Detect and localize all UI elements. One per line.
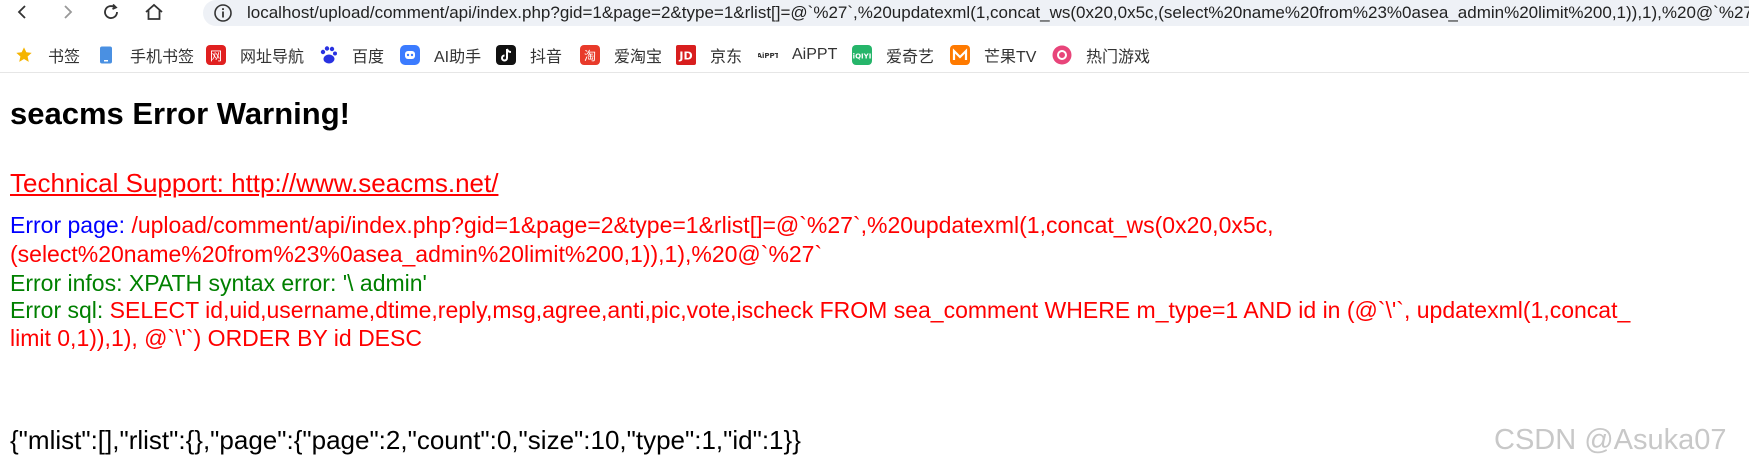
reload-icon: [104, 3, 118, 19]
bookmark-label: 抖音: [530, 49, 563, 66]
bookmark-baidu[interactable]: 百度: [318, 44, 384, 66]
taobao-icon: 淘: [580, 45, 600, 65]
bookmark-label: AI助手: [434, 49, 482, 66]
forward-arrow-icon: [64, 5, 73, 19]
svg-text:网: 网: [210, 49, 222, 63]
star-icon: [14, 45, 34, 65]
bookmark-jd[interactable]: JD 京东: [676, 44, 742, 66]
bookmark-douyin[interactable]: 抖音: [496, 44, 562, 66]
page-title: seacms Error Warning!: [10, 96, 350, 131]
reload-button[interactable]: [96, 0, 126, 24]
error-sql-label: Error sql:: [10, 297, 104, 323]
bookmark-hot-games[interactable]: 热门游戏: [1052, 44, 1150, 66]
bookmark-iqiyi[interactable]: iQIYI 爱奇艺: [852, 44, 934, 66]
error-infos-label: Error infos:: [10, 270, 123, 296]
home-icon: [145, 3, 163, 20]
error-sql-value-continued: limit 0,1)),1), @`\'`) ORDER BY id DESC: [10, 325, 422, 351]
bookmark-mango-tv[interactable]: 芒果TV: [950, 44, 1036, 66]
bookmark-label: 热门游戏: [1086, 49, 1151, 66]
phone-icon: [96, 45, 116, 65]
svg-text:淘: 淘: [584, 49, 596, 63]
bookmark-label: 书签: [48, 49, 81, 66]
browser-toolbar: localhost/upload/comment/api/index.php?g…: [0, 0, 1749, 26]
douyin-icon: [496, 45, 516, 65]
error-page-value-continued: (select%20name%20from%23%0asea_admin%20l…: [10, 241, 823, 267]
navigation-icon: 网: [206, 45, 226, 65]
home-button[interactable]: [139, 0, 169, 24]
bookmark-ai-assistant[interactable]: AI助手: [400, 44, 481, 66]
iqiyi-icon: iQIYI: [852, 45, 872, 65]
error-infos-line: Error infos: XPATH syntax error: '\ admi…: [10, 270, 427, 297]
bookmark-label: 芒果TV: [984, 49, 1037, 66]
mango-icon: [950, 45, 970, 65]
svg-text:JD: JD: [678, 50, 692, 63]
bookmark-label: 爱淘宝: [614, 49, 663, 66]
bookmark-label: AiPPT: [792, 46, 838, 63]
bookmark-taobao[interactable]: 淘 爱淘宝: [580, 44, 662, 66]
jd-icon: JD: [676, 45, 696, 65]
error-page-value: /upload/comment/api/index.php?gid=1&page…: [125, 212, 1274, 238]
url-text[interactable]: localhost/upload/comment/api/index.php?g…: [247, 3, 1749, 23]
svg-text:iQIYI: iQIYI: [853, 53, 872, 61]
address-bar[interactable]: localhost/upload/comment/api/index.php?g…: [203, 0, 1749, 26]
ai-assistant-icon: [400, 45, 420, 65]
error-sql-value: SELECT id,uid,username,dtime,reply,msg,a…: [103, 297, 1631, 323]
bookmark-label: 手机书签: [130, 49, 195, 66]
bookmark-label: 京东: [710, 49, 743, 66]
site-info-icon[interactable]: [213, 3, 233, 26]
back-arrow-icon: [17, 5, 26, 19]
bookmark-label: 网址导航: [240, 49, 305, 66]
svg-text:AiPPT: AiPPT: [758, 52, 778, 60]
bookmark-mobile[interactable]: 手机书签: [96, 44, 194, 66]
bookmark-navigation[interactable]: 网 网址导航: [206, 44, 304, 66]
game-icon: [1052, 45, 1072, 65]
bookmark-label: 百度: [352, 49, 385, 66]
error-sql-line: Error sql: SELECT id,uid,username,dtime,…: [10, 297, 1630, 324]
technical-support-link[interactable]: Technical Support: http://www.seacms.net…: [10, 168, 498, 199]
bookmark-aippt[interactable]: AiPPT AiPPT: [758, 44, 837, 66]
error-page-label: Error page:: [10, 212, 126, 238]
bookmarks-bar: 书签 手机书签 网 网址导航 百度 AI助手 抖音 淘 爱淘宝 JD 京东 Ai…: [0, 38, 1749, 73]
json-response: {"mlist":[],"rlist":{},"page":{"page":2,…: [10, 425, 801, 455]
csdn-watermark: CSDN @Asuka07: [1494, 424, 1727, 456]
back-button[interactable]: [8, 0, 38, 24]
error-infos-value: XPATH syntax error: '\ admin': [122, 270, 427, 296]
baidu-paw-icon: [318, 45, 338, 65]
forward-button[interactable]: [52, 0, 82, 24]
bookmark-label: 爱奇艺: [886, 49, 935, 66]
aippt-icon: AiPPT: [758, 45, 778, 65]
error-page-line: Error page: /upload/comment/api/index.ph…: [10, 212, 1274, 239]
bookmark-bookmarks[interactable]: 书签: [14, 44, 80, 66]
